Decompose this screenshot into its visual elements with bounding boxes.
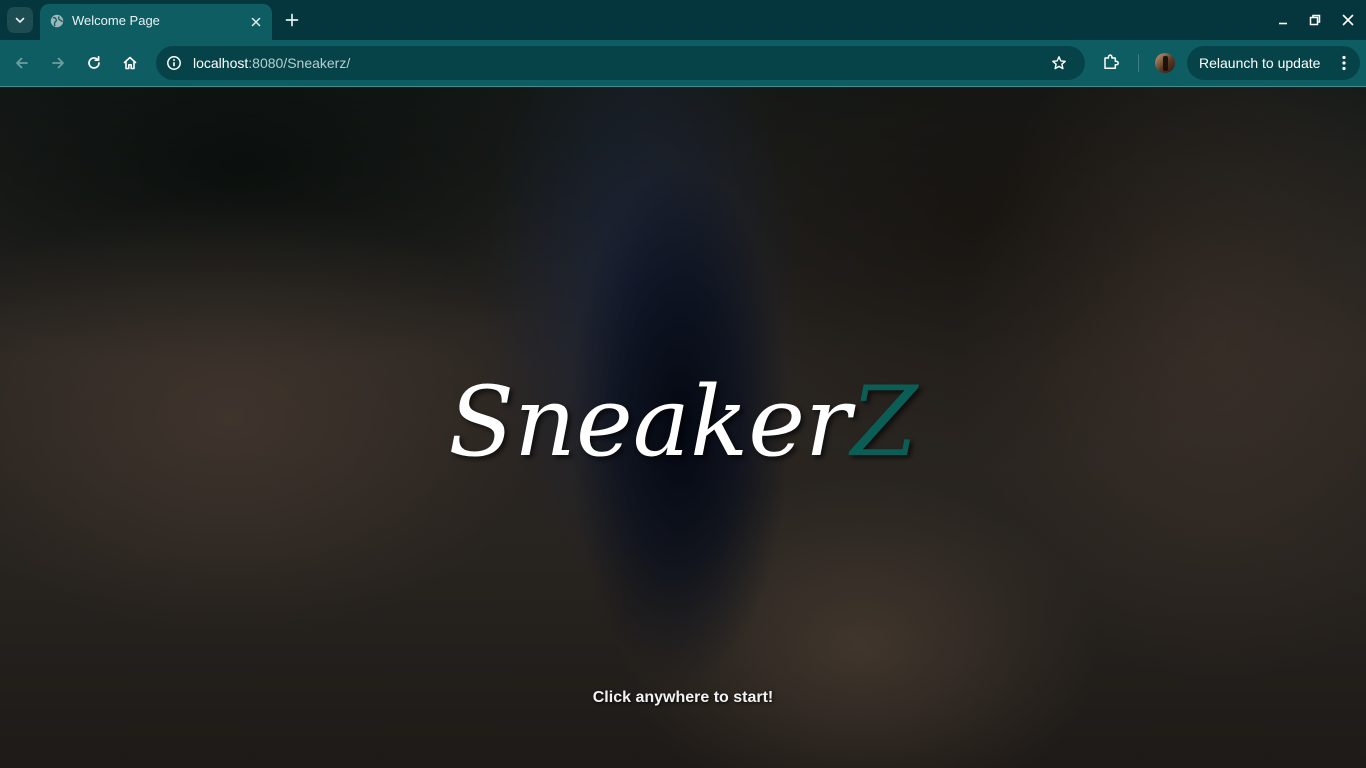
forward-button[interactable] xyxy=(46,51,70,75)
close-window-button[interactable] xyxy=(1338,10,1358,30)
minimize-icon xyxy=(1279,22,1287,25)
menu-button[interactable] xyxy=(1337,54,1351,72)
new-tab-button[interactable] xyxy=(281,9,303,31)
close-icon xyxy=(251,17,261,27)
address-bar[interactable]: localhost:8080/Sneakerz/ xyxy=(156,46,1085,80)
chevron-down-icon xyxy=(15,17,25,23)
info-icon xyxy=(167,56,181,70)
star-icon xyxy=(1052,56,1066,70)
more-vert-icon xyxy=(1342,55,1346,71)
arrow-left-icon xyxy=(16,57,28,69)
close-icon xyxy=(1342,14,1354,26)
tab-strip: Welcome Page xyxy=(0,0,1366,40)
tab-search-button[interactable] xyxy=(7,7,33,33)
tab-title: Welcome Page xyxy=(72,13,160,28)
bookmark-button[interactable] xyxy=(1049,53,1069,73)
arrow-right-icon xyxy=(52,57,64,69)
logo-accent-text: Z xyxy=(850,366,918,478)
plus-icon xyxy=(285,13,299,27)
reload-icon xyxy=(88,55,100,69)
url-path: :8080/Sneakerz/ xyxy=(248,55,351,71)
extensions-button[interactable] xyxy=(1100,51,1122,73)
toolbar-separator xyxy=(1138,54,1139,72)
puzzle-icon xyxy=(1104,54,1119,70)
back-button[interactable] xyxy=(10,51,34,75)
globe-icon xyxy=(50,14,64,28)
site-info-button[interactable] xyxy=(165,54,183,72)
home-button[interactable] xyxy=(118,51,142,75)
start-hint: Click anywhere to start! xyxy=(592,689,774,706)
minimize-button[interactable] xyxy=(1273,10,1293,30)
restore-icon xyxy=(1309,14,1321,26)
sneakerz-logo: SneakerZ xyxy=(0,367,1366,477)
tab-welcome-page[interactable]: Welcome Page xyxy=(40,4,272,40)
home-icon xyxy=(123,56,137,70)
tab-close-button[interactable] xyxy=(247,13,265,31)
url-text[interactable]: localhost:8080/Sneakerz/ xyxy=(193,55,350,71)
profile-avatar[interactable] xyxy=(1155,53,1175,73)
reload-button[interactable] xyxy=(82,51,106,75)
relaunch-to-update-button[interactable]: Relaunch to update xyxy=(1187,46,1360,80)
restore-button[interactable] xyxy=(1305,10,1325,30)
url-host: localhost xyxy=(193,55,249,71)
logo-main-text: Sneaker xyxy=(448,366,851,478)
browser-toolbar: localhost:8080/Sneakerz/ Relaunch to upd… xyxy=(0,40,1366,86)
relaunch-label: Relaunch to update xyxy=(1199,55,1321,71)
welcome-page[interactable]: SneakerZ Click anywhere to start! xyxy=(0,87,1366,768)
